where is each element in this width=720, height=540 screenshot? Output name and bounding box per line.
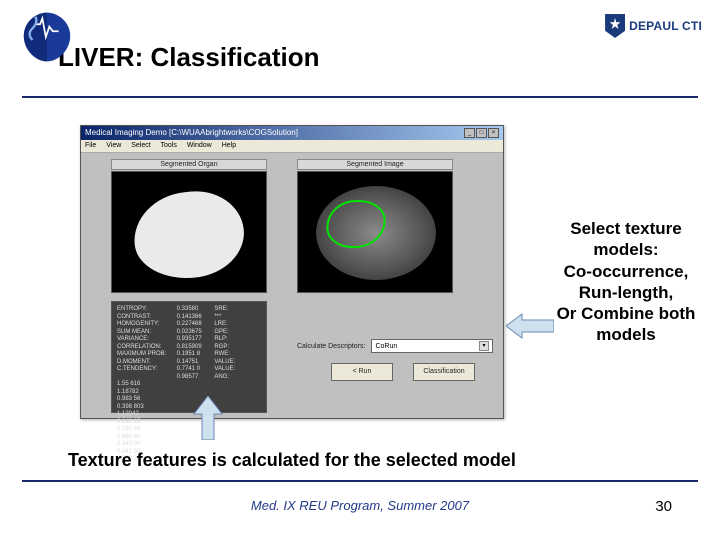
stat-value: 1.12042 xyxy=(117,411,149,419)
stat-value: 1.18782 xyxy=(117,389,149,397)
menu-view[interactable]: View xyxy=(106,142,121,149)
segmented-organ-panel xyxy=(111,171,267,293)
menu-select[interactable]: Select xyxy=(131,142,150,149)
window-titlebar: Medical Imaging Demo [C:\WUAAbrightworks… xyxy=(81,126,503,140)
medical-logo-icon xyxy=(18,8,76,66)
stat-label: HOMOGENITY: xyxy=(117,321,175,329)
workspace: Segmented Organ Segmented Image ENTROPY:… xyxy=(81,153,503,418)
stat-value: 0.398 803 xyxy=(117,404,149,412)
stat-label: RLP: xyxy=(214,336,234,344)
stat-value: 0.98577 xyxy=(177,374,213,382)
calc-descriptors-label: Calculate Descriptors: xyxy=(297,343,365,350)
menubar[interactable]: File View Select Tools Window Help xyxy=(81,140,503,153)
stat-label: RWE: xyxy=(214,351,234,359)
stat-label: CONTRAST: xyxy=(117,314,175,322)
shield-icon xyxy=(605,14,625,38)
stat-label: MAXIMUM PROB: xyxy=(117,351,175,359)
stat-value: 1.55 616 xyxy=(117,381,149,389)
menu-tools[interactable]: Tools xyxy=(161,142,177,149)
stats-panel: ENTROPY: CONTRAST: HOMOGENITY: SUM MEAN:… xyxy=(111,301,267,413)
stat-value: 0.7741 0 xyxy=(177,366,213,374)
close-button[interactable]: × xyxy=(488,128,499,138)
window-title: Medical Imaging Demo [C:\WUAAbrightworks… xyxy=(85,126,298,140)
depaul-logo: DEPAUL CTI xyxy=(605,14,702,38)
stat-label: CORRELATION: xyxy=(117,344,175,352)
stat-label: VALUE: xyxy=(214,359,234,367)
stat-value: 0.33580 xyxy=(177,306,213,314)
stat-value: 0.150 84 xyxy=(117,426,149,434)
stat-label: C.TENDENCY: xyxy=(117,366,175,374)
stat-label: VALUE: xyxy=(214,366,234,374)
stat-label: D.MOMENT: xyxy=(117,359,175,367)
panel-label-left: Segmented Organ xyxy=(111,159,267,170)
descriptors-value: CoRun xyxy=(375,343,397,350)
stat-label: RGP: xyxy=(214,344,234,352)
stat-value: 0.935177 xyxy=(177,336,213,344)
stat-value: 0.141366 xyxy=(177,314,213,322)
dropdown-icon[interactable]: ▾ xyxy=(479,341,489,351)
callout-text: Select texture models: Co-occurrence, Ru… xyxy=(544,218,708,346)
stat-label: SRE: xyxy=(214,306,234,314)
stat-value: 0.983 56 xyxy=(117,396,149,404)
stat-label: GPE: xyxy=(214,329,234,337)
divider-bottom xyxy=(22,480,698,482)
segmented-image-panel xyxy=(297,171,453,293)
stat-value: 0.14751 xyxy=(177,359,213,367)
menu-file[interactable]: File xyxy=(85,142,96,149)
bottom-caption: Texture features is calculated for the s… xyxy=(68,450,516,471)
stat-value: 0.1951 8 xyxy=(177,351,213,359)
footer-text: Med. IX REU Program, Summer 2007 xyxy=(0,498,720,513)
slide-title: LIVER: Classification xyxy=(58,42,690,73)
panel-label-right: Segmented Image xyxy=(297,159,453,170)
stat-label: VARIANCE: xyxy=(117,336,175,344)
maximize-button[interactable]: □ xyxy=(476,128,487,138)
minimize-button[interactable]: _ xyxy=(464,128,475,138)
stat-value: 0.886 60 xyxy=(117,434,149,442)
stat-label: ENTROPY: xyxy=(117,306,175,314)
menu-help[interactable]: Help xyxy=(222,142,236,149)
stat-value: 0.815909 xyxy=(177,344,213,352)
stat-label: LRE: xyxy=(214,321,234,329)
stat-label: *** xyxy=(214,314,234,322)
stat-value: 2.340 00 xyxy=(117,441,149,449)
stat-value: 0.227468 xyxy=(177,321,213,329)
page-number: 30 xyxy=(655,498,672,515)
run-button[interactable]: < Run xyxy=(331,363,393,381)
app-window: Medical Imaging Demo [C:\WUAAbrightworks… xyxy=(80,125,504,419)
stat-value: 0.023675 xyxy=(177,329,213,337)
classification-button[interactable]: Classification xyxy=(413,363,475,381)
arrow-left-icon xyxy=(506,312,554,345)
liver-mask-icon xyxy=(130,186,248,283)
stat-label: SUM MEAN: xyxy=(117,329,175,337)
arrow-up-icon xyxy=(192,396,224,445)
menu-window[interactable]: Window xyxy=(187,142,212,149)
brand-text: DEPAUL CTI xyxy=(629,19,702,33)
stat-label: ANG: xyxy=(214,374,234,382)
divider-top xyxy=(22,96,698,98)
descriptors-select[interactable]: CoRun ▾ xyxy=(371,339,493,353)
stat-value: 0.248 25 xyxy=(117,419,149,427)
